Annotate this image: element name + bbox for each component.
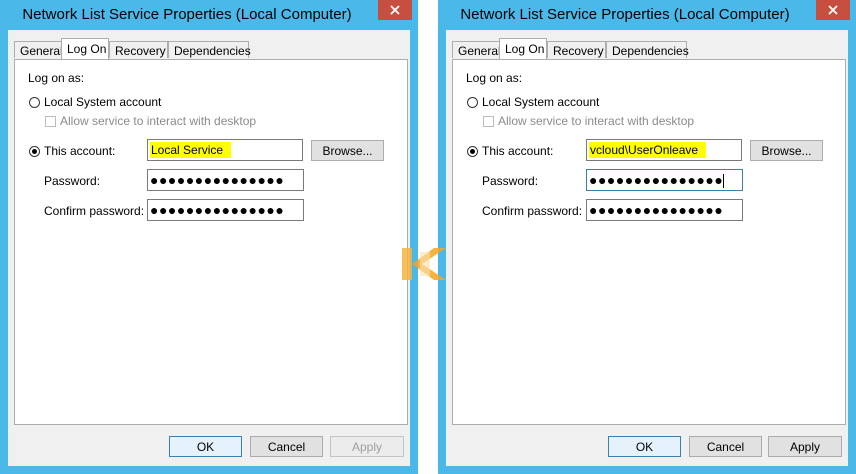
local-system-radio[interactable]: [467, 97, 478, 108]
watermark-logo: [402, 248, 446, 280]
text-caret: [723, 174, 725, 189]
tab-dependencies[interactable]: Dependencies: [168, 41, 251, 58]
tab-recovery[interactable]: Recovery: [109, 41, 168, 58]
browse-button[interactable]: Browse...: [311, 140, 384, 161]
this-account-label: This account:: [44, 144, 116, 158]
apply-button[interactable]: Apply: [768, 436, 842, 457]
dialog-client-area: General Log On Recovery Dependencies Log…: [8, 30, 410, 466]
log-on-panel: Log on as: Local System account Allow se…: [14, 59, 408, 425]
browse-button[interactable]: Browse...: [750, 140, 823, 161]
password-label: Password:: [44, 174, 101, 188]
cancel-button[interactable]: Cancel: [689, 436, 762, 457]
cancel-button[interactable]: Cancel: [250, 436, 323, 457]
window-title: Network List Service Properties (Local C…: [22, 6, 352, 23]
account-value: Local Service: [150, 142, 232, 158]
log-on-as-label: Log on as:: [28, 71, 85, 85]
allow-interact-checkbox[interactable]: [45, 116, 56, 127]
close-icon: [828, 5, 838, 15]
local-system-radio[interactable]: [29, 97, 40, 108]
close-icon: [390, 5, 400, 15]
tab-log-on[interactable]: Log On: [499, 38, 547, 59]
this-account-label: This account:: [482, 144, 554, 158]
account-value: vcloud\UserOnleave: [589, 142, 707, 158]
tab-recovery[interactable]: Recovery: [547, 41, 606, 58]
local-system-label: Local System account: [482, 95, 600, 109]
allow-interact-label: Allow service to interact with desktop: [498, 114, 695, 128]
confirm-password-input[interactable]: ●●●●●●●●●●●●●●●: [586, 199, 743, 221]
password-input[interactable]: ●●●●●●●●●●●●●●●: [586, 169, 743, 191]
apply-button[interactable]: Apply: [330, 436, 404, 457]
service-properties-dialog-left: Network List Service Properties (Local C…: [0, 0, 418, 474]
this-account-radio[interactable]: [29, 146, 40, 157]
close-button[interactable]: [816, 0, 850, 20]
confirm-password-input[interactable]: ●●●●●●●●●●●●●●●: [147, 199, 304, 221]
service-properties-dialog-right: Network List Service Properties (Local C…: [438, 0, 856, 474]
tab-general[interactable]: General: [14, 41, 63, 58]
ok-button[interactable]: OK: [169, 436, 242, 457]
allow-interact-label: Allow service to interact with desktop: [60, 114, 257, 128]
tab-general[interactable]: General: [452, 41, 501, 58]
title-bar[interactable]: Network List Service Properties (Local C…: [0, 0, 418, 30]
tab-dependencies[interactable]: Dependencies: [606, 41, 689, 58]
title-bar[interactable]: Network List Service Properties (Local C…: [438, 0, 856, 30]
this-account-radio[interactable]: [467, 146, 478, 157]
log-on-panel: Log on as: Local System account Allow se…: [452, 59, 846, 425]
account-input[interactable]: vcloud\UserOnleave: [586, 139, 742, 161]
dialog-client-area: General Log On Recovery Dependencies Log…: [446, 30, 848, 466]
allow-interact-checkbox[interactable]: [483, 116, 494, 127]
account-input[interactable]: Local Service: [147, 139, 303, 161]
password-input[interactable]: ●●●●●●●●●●●●●●●: [147, 169, 304, 191]
close-button[interactable]: [378, 0, 412, 20]
tab-log-on[interactable]: Log On: [61, 38, 109, 59]
log-on-as-label: Log on as:: [466, 71, 523, 85]
ok-button[interactable]: OK: [608, 436, 681, 457]
confirm-password-label: Confirm password:: [44, 204, 145, 218]
password-value: ●●●●●●●●●●●●●●●: [589, 172, 724, 188]
password-label: Password:: [482, 174, 539, 188]
window-title: Network List Service Properties (Local C…: [460, 6, 790, 23]
local-system-label: Local System account: [44, 95, 162, 109]
confirm-password-label: Confirm password:: [482, 204, 583, 218]
